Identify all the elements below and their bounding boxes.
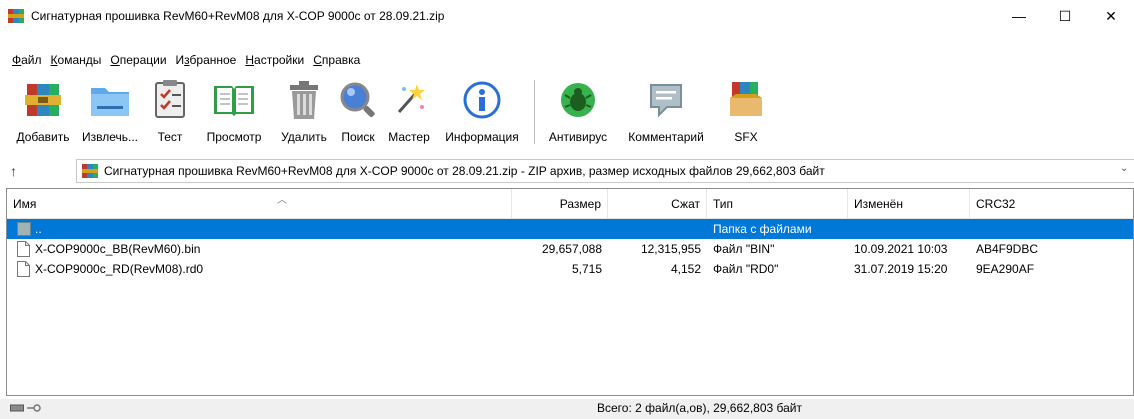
add-button[interactable]: Добавить <box>12 72 74 150</box>
info-icon <box>460 78 504 122</box>
up-folder-button[interactable]: ↑ <box>10 163 32 179</box>
file-icon <box>17 241 30 257</box>
column-name[interactable]: Имя ︿ <box>7 189 512 219</box>
magic-wand-icon <box>387 78 431 122</box>
bug-icon <box>556 78 600 122</box>
file-list: Имя ︿ Размер Сжат Тип Изменён CRC32 .. П… <box>6 188 1134 396</box>
view-button[interactable]: Просмотр <box>194 72 274 150</box>
key-icon[interactable] <box>27 403 41 413</box>
address-field[interactable]: Сигнатурная прошивка RevM60+RevM08 для X… <box>76 159 1134 183</box>
winrar-icon[interactable] <box>8 8 24 24</box>
sfx-box-icon <box>724 78 768 122</box>
toolbar-separator <box>534 80 535 144</box>
wizard-button[interactable]: Мастер <box>382 72 436 150</box>
extract-button[interactable]: Извлечь... <box>74 72 146 150</box>
toolbar: Добавить Извлечь... Тест Просмотр Удалит… <box>0 72 1134 152</box>
window-title: Сигнатурная прошивка RevM60+RevM08 для X… <box>31 9 445 23</box>
address-bar: ↑ Сигнатурная прошивка RevM60+RevM08 для… <box>0 154 1134 188</box>
chevron-down-icon[interactable]: ⌄ <box>1120 163 1134 174</box>
column-modified[interactable]: Изменён <box>848 189 970 219</box>
magnifier-icon <box>336 78 380 122</box>
delete-button[interactable]: Удалить <box>274 72 334 150</box>
parent-folder-icon <box>17 222 31 236</box>
sfx-button[interactable]: SFX <box>717 72 775 150</box>
menu-help[interactable]: Справка <box>313 53 360 67</box>
menu-bar: Файл Команды Операции Избранное Настройк… <box>0 50 369 70</box>
archive-add-icon <box>21 78 65 122</box>
status-icons <box>10 403 41 413</box>
test-button[interactable]: Тест <box>146 72 194 150</box>
title-bar: Сигнатурная прошивка RevM60+RevM08 для X… <box>0 0 1134 32</box>
drive-icon[interactable] <box>10 403 24 413</box>
table-row[interactable]: X-COP9000c_RD(RevM08).rd0 5,715 4,152 Фа… <box>7 259 1133 279</box>
menu-settings[interactable]: Настройки <box>245 53 304 67</box>
find-button[interactable]: Поиск <box>334 72 382 150</box>
close-button[interactable]: ✕ <box>1088 0 1134 32</box>
file-icon <box>17 261 30 277</box>
file-list-header: Имя ︿ Размер Сжат Тип Изменён CRC32 <box>7 189 1133 219</box>
sort-ascending-icon: ︿ <box>277 195 287 206</box>
status-total: Всего: 2 файл(а,ов), 29,662,803 байт <box>597 401 802 415</box>
column-packed[interactable]: Сжат <box>608 189 707 219</box>
comment-button[interactable]: Комментарий <box>615 72 717 150</box>
book-icon <box>212 78 256 122</box>
menu-file[interactable]: Файл <box>12 53 42 67</box>
address-text: Сигнатурная прошивка RevM60+RevM08 для X… <box>104 164 825 178</box>
info-button[interactable]: Информация <box>436 72 528 150</box>
archive-icon <box>82 163 98 179</box>
table-row-parent[interactable]: .. Папка с файлами <box>7 219 1133 239</box>
trash-icon <box>282 78 326 122</box>
menu-favorites[interactable]: Избранное <box>176 53 237 67</box>
column-type[interactable]: Тип <box>707 189 848 219</box>
menu-commands[interactable]: Команды <box>51 53 102 67</box>
folder-extract-icon <box>88 78 132 122</box>
column-size[interactable]: Размер <box>512 189 608 219</box>
column-crc32[interactable]: CRC32 <box>970 189 1090 219</box>
status-bar: Всего: 2 файл(а,ов), 29,662,803 байт <box>0 399 1134 419</box>
window-controls: — ☐ ✕ <box>996 0 1134 32</box>
minimize-button[interactable]: — <box>996 0 1042 32</box>
checklist-icon <box>148 78 192 122</box>
comment-icon <box>644 78 688 122</box>
table-row[interactable]: X-COP9000c_BB(RevM60).bin 29,657,088 12,… <box>7 239 1133 259</box>
menu-operations[interactable]: Операции <box>110 53 166 67</box>
maximize-button[interactable]: ☐ <box>1042 0 1088 32</box>
antivirus-button[interactable]: Антивирус <box>541 72 615 150</box>
